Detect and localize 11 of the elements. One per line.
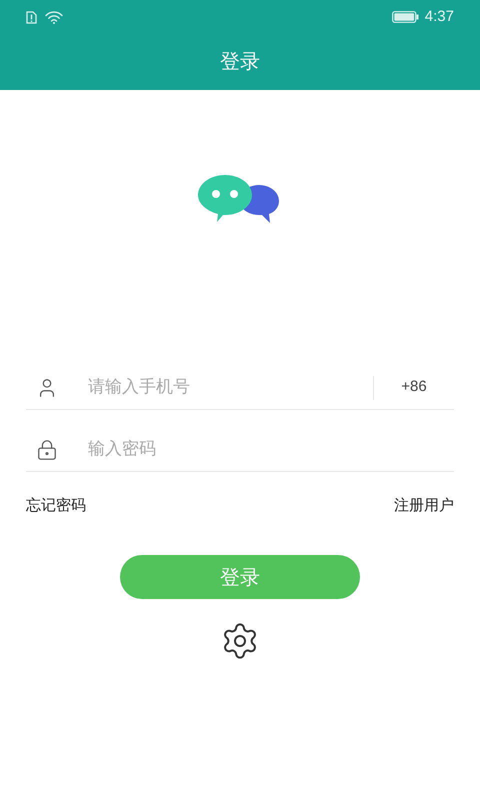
battery-icon (392, 11, 419, 23)
forgot-password-link[interactable]: 忘记密码 (26, 494, 86, 516)
status-time: 4:37 (424, 6, 454, 27)
sim-alert-icon (26, 10, 37, 24)
header-title: 登录 (220, 48, 260, 75)
phone-input-field[interactable]: 请输入手机号 (88, 374, 373, 400)
lock-icon (36, 438, 58, 460)
register-link[interactable]: 注册用户 (394, 494, 454, 516)
country-code-button[interactable]: +86 (374, 376, 454, 399)
wifi-icon (45, 10, 63, 24)
password-input-field[interactable]: 输入密码 (88, 436, 454, 462)
